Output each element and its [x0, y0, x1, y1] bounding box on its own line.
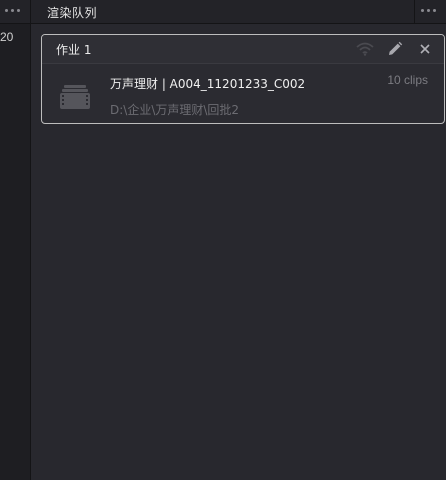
- job-header: 作业 1: [42, 35, 444, 64]
- panel-title: 渲染队列: [47, 6, 98, 20]
- job-title: 作业 1: [56, 43, 92, 57]
- more-options-icon[interactable]: [421, 9, 436, 12]
- job-card[interactable]: 作业 1 万声理财 | A004_11201233_C002 10 clips …: [41, 34, 445, 124]
- clip-count: 10 clips: [387, 73, 428, 87]
- header-divider: [414, 0, 415, 24]
- remote-render-icon[interactable]: [356, 41, 374, 57]
- left-panel-value: 20: [0, 30, 14, 44]
- clip-name: 万声理财 | A004_11201233_C002: [110, 77, 306, 91]
- render-queue-header: 渲染队列: [31, 0, 446, 24]
- left-panel: 20: [0, 0, 31, 480]
- edit-icon[interactable]: [386, 41, 404, 57]
- left-panel-header: [0, 0, 30, 24]
- clip-path: D:\企业\万声理财\回批2: [110, 103, 240, 117]
- more-options-icon[interactable]: [5, 9, 20, 12]
- clip-thumbnail-icon: [60, 85, 90, 109]
- close-icon[interactable]: [416, 41, 434, 57]
- render-queue-window: 20 渲染队列 作业 1 万声理财 | A004_11201233_C002 1…: [0, 0, 446, 480]
- job-actions: [356, 41, 434, 57]
